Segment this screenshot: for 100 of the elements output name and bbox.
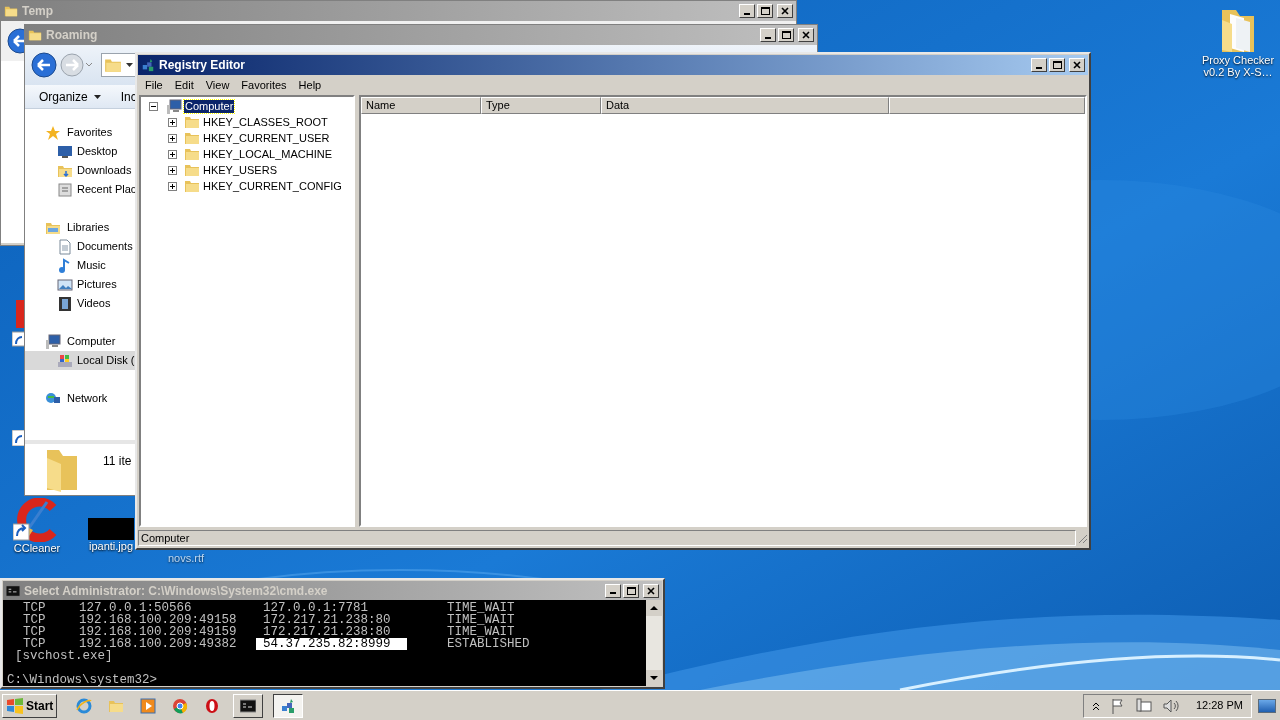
address-field[interactable]	[101, 53, 135, 77]
nav-item[interactable]: Desktop	[25, 142, 135, 161]
close-button[interactable]	[1069, 58, 1085, 72]
star-icon	[45, 124, 61, 141]
folder-icon	[104, 56, 122, 74]
nav-item[interactable]: Videos	[25, 294, 135, 313]
film-icon	[57, 295, 73, 312]
maximize-button[interactable]	[623, 583, 639, 598]
console-text: TIME_WAIT	[447, 626, 515, 638]
chevron-up-icon[interactable]	[1091, 700, 1100, 711]
menu-item[interactable]: File	[140, 76, 168, 94]
menu-item[interactable]: Favorites	[236, 76, 292, 94]
column-header[interactable]: Data	[601, 97, 889, 114]
minimize-button[interactable]	[605, 583, 621, 598]
icon-label[interactable]: CCleaner	[13, 542, 61, 554]
nav-item[interactable]: Downloads	[25, 161, 135, 180]
minimize-icon	[765, 36, 771, 39]
tree-item[interactable]: HKEY_LOCAL_MACHINE	[203, 145, 332, 163]
item-count: 11 ite	[103, 453, 132, 470]
console-text: TCP	[23, 602, 47, 614]
browser-icon	[76, 697, 93, 714]
show-desktop-button[interactable]	[1258, 698, 1276, 713]
close-button[interactable]	[643, 583, 659, 598]
clock[interactable]: 12:28 PM	[1195, 697, 1243, 714]
drive-icon	[57, 352, 73, 369]
console-text: 127.0.0.1:50566	[79, 602, 192, 614]
scroll-up-icon[interactable]	[646, 600, 662, 616]
close-button[interactable]	[798, 28, 814, 42]
tree-item[interactable]: HKEY_CLASSES_ROOT	[203, 113, 328, 131]
close-button[interactable]	[777, 4, 793, 18]
caret-icon	[93, 94, 101, 99]
status-bar: Computer	[138, 530, 1076, 546]
nav-item[interactable]: Libraries	[25, 218, 135, 237]
taskbar-button[interactable]	[273, 693, 304, 718]
minimize-button[interactable]	[739, 4, 755, 18]
icon-label[interactable]: ipanti.jpg	[88, 540, 133, 552]
close-icon	[647, 586, 655, 595]
nav-item[interactable]: Music	[25, 256, 135, 275]
minimize-button[interactable]	[1031, 58, 1047, 72]
expand-icon[interactable]	[168, 133, 177, 143]
scroll-down-icon[interactable]	[646, 670, 662, 686]
maximize-icon	[760, 7, 770, 15]
nav-item[interactable]: Recent Plac	[25, 180, 135, 199]
nav-item[interactable]: Local Disk (	[25, 351, 135, 370]
maximize-button[interactable]	[1049, 58, 1065, 72]
nav-item[interactable]: Favorites	[25, 123, 135, 142]
console-icon	[6, 583, 20, 598]
maximize-button[interactable]	[757, 4, 773, 18]
nav-item[interactable]: Network	[25, 389, 135, 408]
folder-icon	[184, 114, 200, 130]
minimize-icon	[610, 592, 616, 594]
menu-item[interactable]: Help	[293, 76, 327, 94]
folder-icon	[4, 4, 18, 18]
flag-icon[interactable]	[1109, 697, 1126, 714]
minimize-icon	[1036, 66, 1042, 69]
image-thumbnail	[88, 518, 134, 540]
expand-icon[interactable]	[168, 149, 177, 159]
resize-grip-icon	[1076, 532, 1088, 544]
toolbar-button[interactable]: Organize	[39, 87, 101, 106]
close-icon	[1073, 61, 1081, 69]
maximize-icon	[626, 586, 636, 595]
nav-item[interactable]: Documents	[25, 237, 135, 256]
console-text: TIME_WAIT	[447, 614, 515, 626]
tree-item[interactable]: HKEY_CURRENT_CONFIG	[203, 177, 342, 195]
nav-item[interactable]: Pictures	[25, 275, 135, 294]
back-arrow-icon[interactable]	[7, 28, 24, 54]
tree-item[interactable]: Computer	[184, 100, 235, 113]
collapse-icon[interactable]	[149, 102, 158, 111]
nav-item[interactable]: Computer	[25, 332, 135, 351]
console-icon	[240, 697, 257, 714]
folder-icon	[184, 146, 200, 162]
column-header[interactable]: Type	[481, 97, 601, 114]
tree-item[interactable]: HKEY_USERS	[203, 161, 277, 179]
maximize-button[interactable]	[778, 28, 794, 42]
expand-icon[interactable]	[168, 181, 177, 191]
expand-icon[interactable]	[168, 165, 177, 175]
network-icon[interactable]	[1135, 697, 1152, 714]
folder-icon	[184, 130, 200, 146]
start-logo-icon	[6, 697, 24, 714]
console-text: 192.168.100.209:49382	[79, 638, 238, 650]
menu-item[interactable]: Edit	[169, 76, 199, 94]
icon-label[interactable]: Proxy Checker v0.2 By X-S…	[1196, 54, 1280, 78]
start-button[interactable]: Start	[2, 693, 58, 718]
scrollbar[interactable]	[646, 600, 662, 686]
console-text: TCP	[23, 638, 46, 650]
minimize-icon	[744, 12, 750, 15]
column-header[interactable]: Name	[361, 97, 481, 114]
console-text: 172.217.21.238:80	[262, 626, 392, 638]
menu-item[interactable]: View	[200, 76, 235, 94]
maximize-icon	[1052, 61, 1062, 69]
cubes-icon	[280, 697, 297, 714]
console-text: 127.0.0.1:7781	[262, 602, 369, 614]
window-title: Registry Editor	[159, 57, 245, 74]
folder-icon	[184, 178, 200, 194]
close-icon	[781, 7, 789, 15]
browser-icon	[204, 697, 221, 714]
expand-icon[interactable]	[168, 117, 177, 127]
minimize-button[interactable]	[760, 28, 776, 42]
tree-item[interactable]: HKEY_CURRENT_USER	[203, 129, 330, 147]
speaker-icon[interactable]	[1161, 697, 1180, 714]
